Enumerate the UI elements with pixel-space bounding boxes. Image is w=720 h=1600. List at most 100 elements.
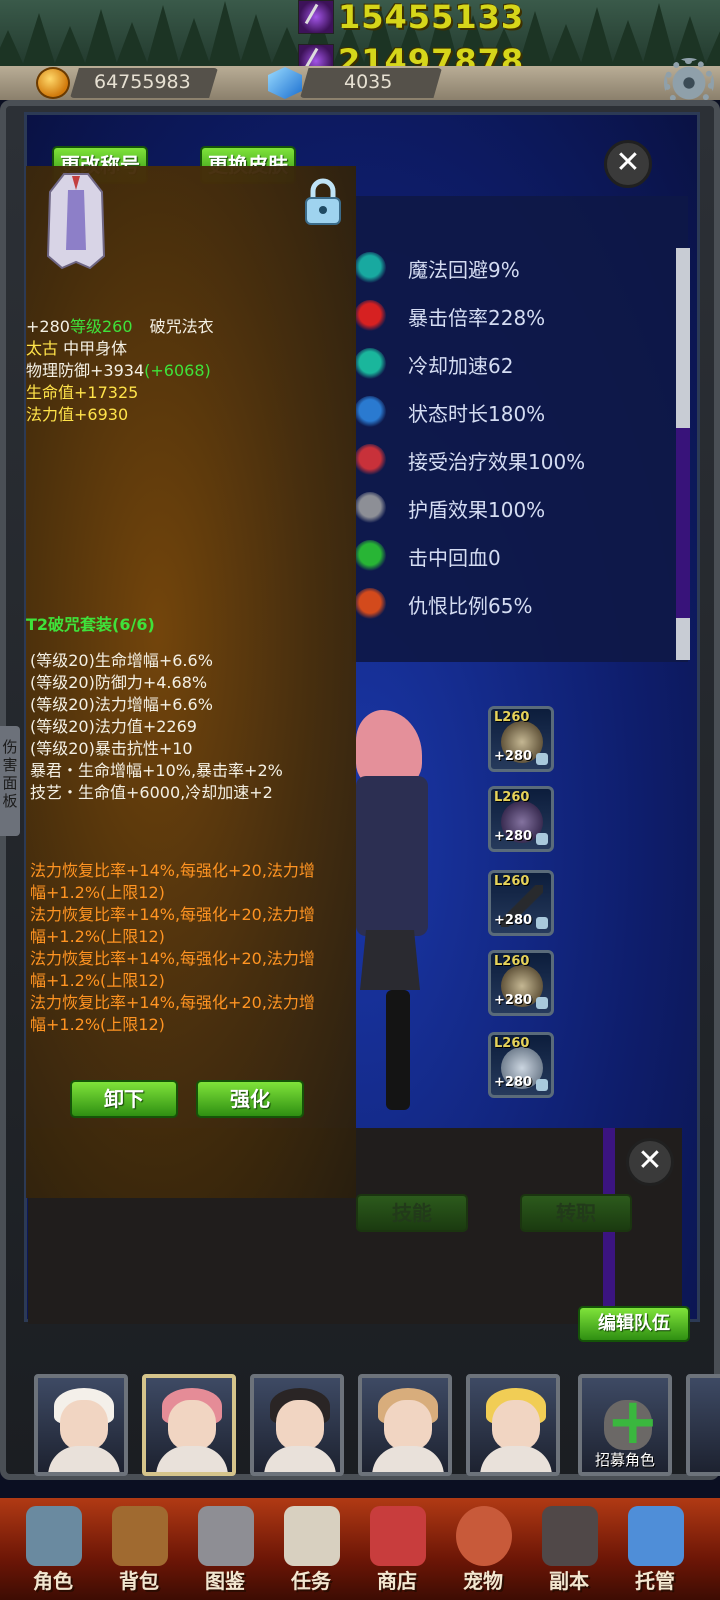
stat-label: 护盾效果100%	[408, 497, 546, 522]
set-bonus: (等级20)暴击抗性+10	[30, 739, 193, 758]
affix-line: 幅+1.2%(上限12)	[30, 971, 165, 990]
nav-character[interactable]: 角色	[14, 1498, 92, 1600]
equip-plus: +280	[494, 749, 533, 764]
roster-hero-5[interactable]	[466, 1374, 560, 1476]
calendar-icon	[628, 1506, 684, 1566]
nav-quest[interactable]: 任务	[272, 1498, 350, 1600]
nav-codex[interactable]: 图鉴	[186, 1498, 264, 1600]
lock-icon[interactable]	[304, 178, 342, 226]
nav-label: 副本	[549, 1569, 589, 1593]
equip-level: L260	[494, 1036, 530, 1051]
hero-face	[60, 1400, 108, 1450]
character-jacket	[356, 776, 428, 936]
lock-icon	[536, 833, 548, 845]
stat-status-duration: 状态时长180%	[354, 394, 545, 430]
hero-face	[168, 1400, 216, 1450]
hero-body	[372, 1446, 444, 1472]
nav-label: 任务	[291, 1569, 331, 1593]
hero-body	[48, 1446, 120, 1472]
roster-hero-3[interactable]	[250, 1374, 344, 1476]
item-tooltip: +280等级260 破咒法衣 太古 中甲身体 物理防御+3934(+6068) …	[26, 166, 356, 1198]
equip-slot-armor[interactable]: L260 +280	[488, 786, 554, 852]
roster-hero-1[interactable]	[34, 1374, 128, 1476]
stats-panel: 魔法回避9% 暴击倍率228% 冷却加速62 状态时长180% 接受治疗效果10…	[352, 196, 688, 662]
item-type-line: 太古 中甲身体	[26, 338, 127, 360]
gold-amount: 64755983	[94, 71, 191, 93]
recruit-hero-button[interactable]: + 招募角色	[578, 1374, 672, 1476]
set-title: T2破咒套装(6/6)	[26, 615, 155, 634]
roster-hero-2[interactable]	[142, 1374, 236, 1476]
character-skirt	[360, 930, 420, 990]
helmet-icon	[26, 1506, 82, 1566]
nav-shop[interactable]: 商店	[358, 1498, 436, 1600]
job-change-button[interactable]: 转职	[520, 1194, 632, 1232]
equip-slot-weapon[interactable]: L260 +280	[488, 870, 554, 936]
item-defense-line: 物理防御+3934(+6068)	[26, 360, 211, 382]
lock-icon	[536, 997, 548, 1009]
affix-line: 幅+1.2%(上限12)	[30, 883, 165, 902]
close-character-panel-button[interactable]: ✕	[604, 140, 652, 188]
stat-label: 魔法回避9%	[408, 257, 520, 282]
damage-panel-tab[interactable]: 伤害面板	[0, 726, 20, 836]
recruit-label: 招募角色	[594, 1451, 655, 1469]
nav-label: 角色	[33, 1569, 73, 1593]
equip-plus: +280	[494, 913, 533, 928]
item-hp: 生命值+17325	[26, 383, 139, 402]
book-icon	[198, 1506, 254, 1566]
skill-button[interactable]: 技能	[356, 1194, 468, 1232]
equip-slot-boots[interactable]: L260 +280	[488, 1032, 554, 1098]
stat-cooldown: 冷却加速62	[354, 346, 513, 382]
set-bonus: (等级20)生命增幅+6.6%	[30, 651, 213, 670]
stats-scrollbar[interactable]	[676, 248, 690, 660]
nav-backpack[interactable]: 背包	[100, 1498, 178, 1600]
item-header-line: +280等级260 破咒法衣	[26, 316, 214, 338]
item-defense-bonus: (+6068)	[144, 361, 211, 380]
set-bonus: (等级20)防御力+4.68%	[30, 673, 208, 692]
nav-auto[interactable]: 托管	[616, 1498, 694, 1600]
affix-line: 法力恢复比率+14%,每强化+20,法力增	[30, 861, 315, 880]
edit-team-button[interactable]: 编辑队伍	[578, 1306, 690, 1342]
stat-label: 击中回血0	[408, 545, 501, 570]
stat-label: 接受治疗效果100%	[408, 449, 586, 474]
hero-face	[384, 1400, 432, 1450]
stat-shield-effect: 护盾效果100%	[354, 490, 545, 526]
affix-line: 幅+1.2%(上限12)	[30, 927, 165, 946]
currency-bar: 64755983 4035	[0, 66, 720, 100]
close-lower-panel-button[interactable]: ✕	[626, 1138, 674, 1186]
hero-body	[156, 1446, 228, 1472]
roster-hero-4[interactable]	[358, 1374, 452, 1476]
character-portrait	[356, 710, 446, 1130]
nav-pet[interactable]: 宠物	[444, 1498, 522, 1600]
equip-plus: +280	[494, 1075, 533, 1090]
set-bonus: (等级20)法力增幅+6.6%	[30, 695, 213, 714]
set-bonus: (等级20)法力值+2269	[30, 717, 197, 736]
character-hair	[356, 710, 422, 786]
affix-line: 法力恢复比率+14%,每强化+20,法力增	[30, 993, 315, 1012]
enhance-button[interactable]: 强化	[196, 1080, 304, 1118]
equip-slot-accessory[interactable]: L260 +280	[488, 950, 554, 1016]
cooldown-hourglass-icon	[354, 348, 386, 380]
set-bonus: 技艺・生命值+6000,冷却加速+2	[30, 783, 273, 802]
plus-icon: +	[606, 1385, 660, 1459]
nav-dungeon[interactable]: 副本	[530, 1498, 608, 1600]
unequip-button[interactable]: 卸下	[70, 1080, 178, 1118]
gem-amount: 4035	[344, 71, 393, 93]
nav-label: 宠物	[463, 1569, 503, 1593]
stat-lifesteal: 击中回血0	[354, 538, 501, 574]
scroll-icon	[284, 1506, 340, 1566]
stat-crit-multiplier: 暴击倍率228%	[354, 298, 545, 334]
hero-body	[480, 1446, 552, 1472]
status-duration-icon	[354, 396, 386, 428]
nav-label: 图鉴	[205, 1569, 245, 1593]
nav-label: 商店	[377, 1569, 417, 1593]
stat-aggro: 仇恨比例65%	[354, 586, 532, 622]
equip-slot-necklace[interactable]: L260 +280	[488, 706, 554, 772]
affix-line: 幅+1.2%(上限12)	[30, 1015, 165, 1034]
item-name: 破咒法衣	[149, 317, 214, 336]
equip-plus: +280	[494, 993, 533, 1008]
item-level: 等级260	[69, 317, 133, 336]
roster-overflow-card[interactable]	[686, 1374, 720, 1476]
character-leg	[386, 990, 410, 1110]
equip-plus: +280	[494, 829, 533, 844]
meat-icon	[456, 1506, 512, 1566]
